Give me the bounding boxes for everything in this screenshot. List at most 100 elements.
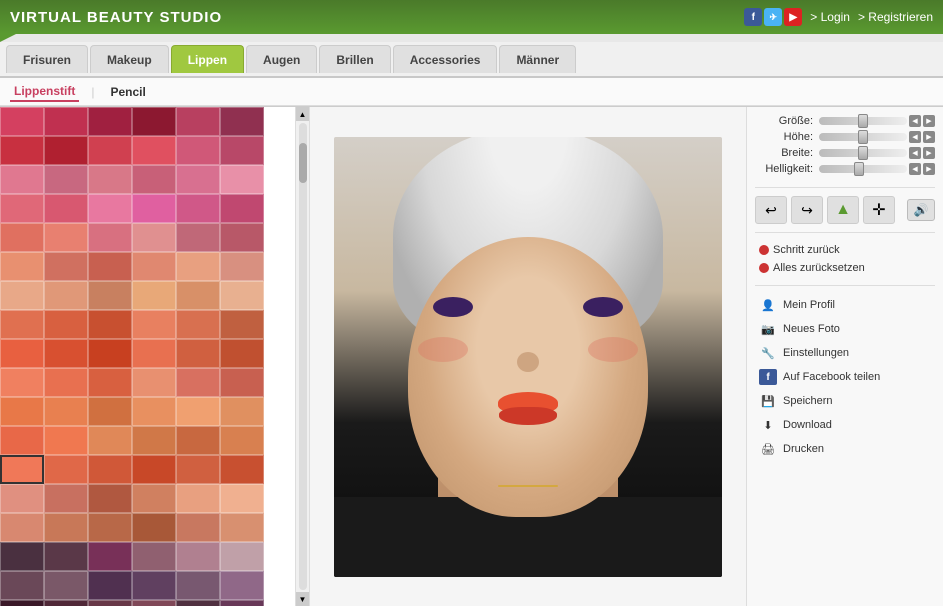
color-swatch[interactable] [0,455,44,484]
color-swatch[interactable] [44,339,88,368]
palette-scrollbar[interactable]: ▲ ▼ [295,107,309,606]
helligkeit-left[interactable]: ◀ [909,163,921,175]
color-swatch[interactable] [132,223,176,252]
color-swatch[interactable] [0,513,44,542]
login-button[interactable]: > Login [810,10,850,24]
color-swatch[interactable] [44,600,88,606]
color-swatch[interactable] [44,165,88,194]
color-swatch[interactable] [88,136,132,165]
tab-brillen[interactable]: Brillen [319,45,390,73]
color-swatch[interactable] [0,107,44,136]
color-swatch[interactable] [220,542,264,571]
color-swatch[interactable] [88,194,132,223]
register-button[interactable]: > Registrieren [858,10,933,24]
color-swatch[interactable] [176,426,220,455]
color-swatch[interactable] [176,542,220,571]
color-swatch[interactable] [220,513,264,542]
color-swatch[interactable] [0,165,44,194]
color-swatch[interactable] [176,165,220,194]
color-swatch[interactable] [0,426,44,455]
color-swatch[interactable] [88,455,132,484]
groesse-track[interactable] [819,117,907,125]
color-swatch[interactable] [220,310,264,339]
color-swatch[interactable] [44,281,88,310]
scroll-track[interactable] [299,123,307,590]
color-swatch[interactable] [0,252,44,281]
color-swatch[interactable] [44,223,88,252]
neues-foto-button[interactable]: 📷 Neues Foto [755,318,935,340]
color-swatch[interactable] [0,223,44,252]
color-swatch[interactable] [132,281,176,310]
color-swatch[interactable] [44,484,88,513]
color-swatch[interactable] [176,600,220,606]
youtube-icon[interactable]: ▶ [784,8,802,26]
alles-zuruecksetzen-button[interactable]: Alles zurücksetzen [755,259,935,277]
color-swatch[interactable] [44,107,88,136]
color-swatch[interactable] [132,571,176,600]
speichern-button[interactable]: 💾 Speichern [755,390,935,412]
color-swatch[interactable] [0,397,44,426]
color-swatch[interactable] [220,252,264,281]
color-swatch[interactable] [132,426,176,455]
color-swatch[interactable] [132,484,176,513]
color-swatch[interactable] [220,136,264,165]
color-swatch[interactable] [0,281,44,310]
color-swatch[interactable] [176,310,220,339]
color-swatch[interactable] [176,571,220,600]
tab-augen[interactable]: Augen [246,45,317,73]
color-swatch[interactable] [88,107,132,136]
color-swatch[interactable] [176,136,220,165]
color-swatch[interactable] [88,165,132,194]
color-swatch[interactable] [0,368,44,397]
color-swatch[interactable] [44,136,88,165]
helligkeit-handle[interactable] [854,162,864,176]
color-swatch[interactable] [88,252,132,281]
color-swatch[interactable] [132,136,176,165]
groesse-handle[interactable] [858,114,868,128]
color-swatch[interactable] [88,542,132,571]
color-swatch[interactable] [0,194,44,223]
color-swatch[interactable] [220,368,264,397]
color-swatch[interactable] [220,194,264,223]
color-swatch[interactable] [132,339,176,368]
groesse-right[interactable]: ▶ [923,115,935,127]
scroll-up-arrow[interactable]: ▲ [296,107,310,121]
tab-frisuren[interactable]: Frisuren [6,45,88,73]
color-swatch[interactable] [44,310,88,339]
color-swatch[interactable] [220,223,264,252]
color-swatch[interactable] [88,426,132,455]
color-swatch[interactable] [44,252,88,281]
breite-track[interactable] [819,149,907,157]
breite-right[interactable]: ▶ [923,147,935,159]
color-swatch[interactable] [220,397,264,426]
facebook-icon[interactable]: f [744,8,762,26]
hoehe-handle[interactable] [858,130,868,144]
color-swatch[interactable] [132,107,176,136]
scroll-down-arrow[interactable]: ▼ [296,592,310,606]
color-swatch[interactable] [0,484,44,513]
color-swatch[interactable] [132,542,176,571]
subnav-lippenstift[interactable]: Lippenstift [10,82,79,102]
einstellungen-button[interactable]: 🔧 Einstellungen [755,342,935,364]
color-swatch[interactable] [220,107,264,136]
color-swatch[interactable] [132,368,176,397]
color-swatch[interactable] [220,600,264,606]
hoehe-right[interactable]: ▶ [923,131,935,143]
color-swatch[interactable] [44,455,88,484]
color-swatch[interactable] [44,368,88,397]
color-swatch[interactable] [220,484,264,513]
twitter-icon[interactable]: ✈ [764,8,782,26]
color-swatch[interactable] [176,281,220,310]
groesse-left[interactable]: ◀ [909,115,921,127]
color-swatch[interactable] [176,397,220,426]
tab-accessories[interactable]: Accessories [393,45,498,73]
color-swatch[interactable] [44,397,88,426]
color-swatch[interactable] [176,194,220,223]
color-swatch[interactable] [176,513,220,542]
helligkeit-track[interactable] [819,165,907,173]
color-swatch[interactable] [0,310,44,339]
color-swatch[interactable] [220,455,264,484]
redo-button[interactable]: ↪ [791,196,823,224]
color-swatch[interactable] [132,194,176,223]
scroll-thumb[interactable] [299,143,307,183]
